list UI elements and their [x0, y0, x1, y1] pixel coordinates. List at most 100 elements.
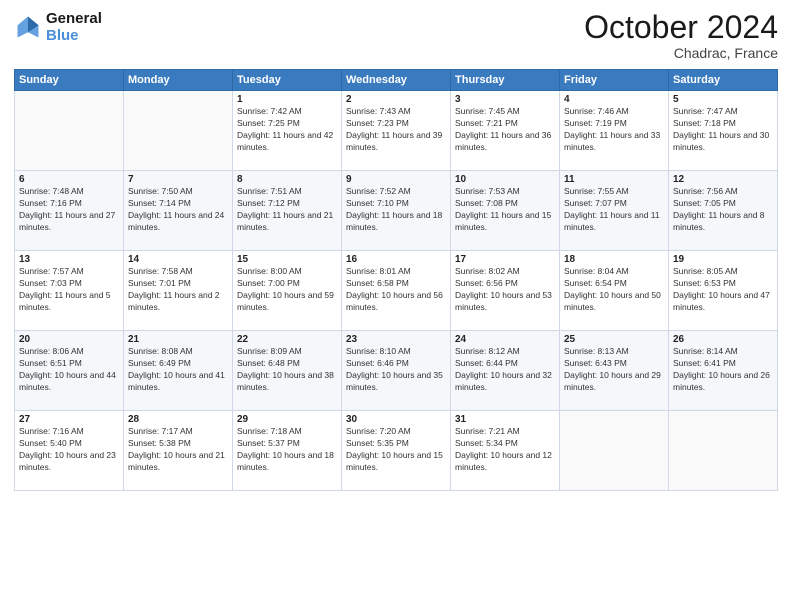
calendar-cell: [15, 91, 124, 171]
calendar-cell: [669, 411, 778, 491]
calendar-cell: 8Sunrise: 7:51 AM Sunset: 7:12 PM Daylig…: [233, 171, 342, 251]
day-number: 6: [19, 174, 119, 185]
calendar-cell: 2Sunrise: 7:43 AM Sunset: 7:23 PM Daylig…: [342, 91, 451, 171]
day-number: 30: [346, 414, 446, 425]
location-subtitle: Chadrac, France: [584, 45, 778, 61]
day-info: Sunrise: 7:56 AM Sunset: 7:05 PM Dayligh…: [673, 186, 773, 234]
calendar-cell: 11Sunrise: 7:55 AM Sunset: 7:07 PM Dayli…: [560, 171, 669, 251]
day-info: Sunrise: 8:08 AM Sunset: 6:49 PM Dayligh…: [128, 346, 228, 394]
day-info: Sunrise: 7:46 AM Sunset: 7:19 PM Dayligh…: [564, 106, 664, 154]
day-number: 26: [673, 334, 773, 345]
title-block: October 2024 Chadrac, France: [584, 10, 778, 61]
day-info: Sunrise: 7:53 AM Sunset: 7:08 PM Dayligh…: [455, 186, 555, 234]
day-number: 16: [346, 254, 446, 265]
calendar-cell: 18Sunrise: 8:04 AM Sunset: 6:54 PM Dayli…: [560, 251, 669, 331]
calendar-cell: 16Sunrise: 8:01 AM Sunset: 6:58 PM Dayli…: [342, 251, 451, 331]
day-number: 10: [455, 174, 555, 185]
day-info: Sunrise: 8:14 AM Sunset: 6:41 PM Dayligh…: [673, 346, 773, 394]
weekday-header-friday: Friday: [560, 70, 669, 91]
weekday-header-saturday: Saturday: [669, 70, 778, 91]
calendar-cell: 26Sunrise: 8:14 AM Sunset: 6:41 PM Dayli…: [669, 331, 778, 411]
day-number: 24: [455, 334, 555, 345]
day-info: Sunrise: 7:16 AM Sunset: 5:40 PM Dayligh…: [19, 426, 119, 474]
day-number: 13: [19, 254, 119, 265]
calendar-cell: [124, 91, 233, 171]
day-info: Sunrise: 8:06 AM Sunset: 6:51 PM Dayligh…: [19, 346, 119, 394]
calendar-cell: 29Sunrise: 7:18 AM Sunset: 5:37 PM Dayli…: [233, 411, 342, 491]
day-number: 5: [673, 94, 773, 105]
day-number: 18: [564, 254, 664, 265]
calendar-cell: 17Sunrise: 8:02 AM Sunset: 6:56 PM Dayli…: [451, 251, 560, 331]
day-number: 9: [346, 174, 446, 185]
week-row-1: 1Sunrise: 7:42 AM Sunset: 7:25 PM Daylig…: [15, 91, 778, 171]
day-number: 29: [237, 414, 337, 425]
day-number: 2: [346, 94, 446, 105]
day-info: Sunrise: 7:57 AM Sunset: 7:03 PM Dayligh…: [19, 266, 119, 314]
logo: General Blue: [14, 10, 102, 45]
calendar-cell: 7Sunrise: 7:50 AM Sunset: 7:14 PM Daylig…: [124, 171, 233, 251]
page: General Blue October 2024 Chadrac, Franc…: [0, 0, 792, 612]
calendar-cell: 23Sunrise: 8:10 AM Sunset: 6:46 PM Dayli…: [342, 331, 451, 411]
day-number: 21: [128, 334, 228, 345]
calendar-cell: 12Sunrise: 7:56 AM Sunset: 7:05 PM Dayli…: [669, 171, 778, 251]
day-number: 20: [19, 334, 119, 345]
day-info: Sunrise: 8:10 AM Sunset: 6:46 PM Dayligh…: [346, 346, 446, 394]
day-info: Sunrise: 7:51 AM Sunset: 7:12 PM Dayligh…: [237, 186, 337, 234]
day-info: Sunrise: 7:20 AM Sunset: 5:35 PM Dayligh…: [346, 426, 446, 474]
calendar-cell: 24Sunrise: 8:12 AM Sunset: 6:44 PM Dayli…: [451, 331, 560, 411]
day-number: 28: [128, 414, 228, 425]
calendar-cell: 9Sunrise: 7:52 AM Sunset: 7:10 PM Daylig…: [342, 171, 451, 251]
calendar-cell: 30Sunrise: 7:20 AM Sunset: 5:35 PM Dayli…: [342, 411, 451, 491]
day-number: 7: [128, 174, 228, 185]
weekday-header-row: SundayMondayTuesdayWednesdayThursdayFrid…: [15, 70, 778, 91]
calendar-cell: 20Sunrise: 8:06 AM Sunset: 6:51 PM Dayli…: [15, 331, 124, 411]
calendar-cell: 22Sunrise: 8:09 AM Sunset: 6:48 PM Dayli…: [233, 331, 342, 411]
day-info: Sunrise: 7:18 AM Sunset: 5:37 PM Dayligh…: [237, 426, 337, 474]
day-number: 22: [237, 334, 337, 345]
day-number: 17: [455, 254, 555, 265]
day-info: Sunrise: 7:52 AM Sunset: 7:10 PM Dayligh…: [346, 186, 446, 234]
weekday-header-monday: Monday: [124, 70, 233, 91]
day-number: 8: [237, 174, 337, 185]
day-number: 4: [564, 94, 664, 105]
calendar-cell: 10Sunrise: 7:53 AM Sunset: 7:08 PM Dayli…: [451, 171, 560, 251]
calendar-cell: 4Sunrise: 7:46 AM Sunset: 7:19 PM Daylig…: [560, 91, 669, 171]
calendar-cell: 1Sunrise: 7:42 AM Sunset: 7:25 PM Daylig…: [233, 91, 342, 171]
calendar-cell: 15Sunrise: 8:00 AM Sunset: 7:00 PM Dayli…: [233, 251, 342, 331]
day-number: 25: [564, 334, 664, 345]
day-info: Sunrise: 7:50 AM Sunset: 7:14 PM Dayligh…: [128, 186, 228, 234]
day-number: 19: [673, 254, 773, 265]
day-number: 3: [455, 94, 555, 105]
calendar-cell: 28Sunrise: 7:17 AM Sunset: 5:38 PM Dayli…: [124, 411, 233, 491]
day-info: Sunrise: 8:05 AM Sunset: 6:53 PM Dayligh…: [673, 266, 773, 314]
calendar-cell: 6Sunrise: 7:48 AM Sunset: 7:16 PM Daylig…: [15, 171, 124, 251]
day-number: 14: [128, 254, 228, 265]
calendar-cell: 14Sunrise: 7:58 AM Sunset: 7:01 PM Dayli…: [124, 251, 233, 331]
weekday-header-tuesday: Tuesday: [233, 70, 342, 91]
week-row-5: 27Sunrise: 7:16 AM Sunset: 5:40 PM Dayli…: [15, 411, 778, 491]
day-info: Sunrise: 8:04 AM Sunset: 6:54 PM Dayligh…: [564, 266, 664, 314]
weekday-header-thursday: Thursday: [451, 70, 560, 91]
logo-text: General Blue: [46, 10, 102, 45]
day-info: Sunrise: 8:00 AM Sunset: 7:00 PM Dayligh…: [237, 266, 337, 314]
calendar-cell: 31Sunrise: 7:21 AM Sunset: 5:34 PM Dayli…: [451, 411, 560, 491]
day-info: Sunrise: 7:55 AM Sunset: 7:07 PM Dayligh…: [564, 186, 664, 234]
week-row-2: 6Sunrise: 7:48 AM Sunset: 7:16 PM Daylig…: [15, 171, 778, 251]
day-info: Sunrise: 7:17 AM Sunset: 5:38 PM Dayligh…: [128, 426, 228, 474]
day-info: Sunrise: 7:21 AM Sunset: 5:34 PM Dayligh…: [455, 426, 555, 474]
calendar-cell: [560, 411, 669, 491]
day-info: Sunrise: 7:47 AM Sunset: 7:18 PM Dayligh…: [673, 106, 773, 154]
calendar-cell: 13Sunrise: 7:57 AM Sunset: 7:03 PM Dayli…: [15, 251, 124, 331]
weekday-header-wednesday: Wednesday: [342, 70, 451, 91]
day-info: Sunrise: 7:58 AM Sunset: 7:01 PM Dayligh…: [128, 266, 228, 314]
calendar-table: SundayMondayTuesdayWednesdayThursdayFrid…: [14, 69, 778, 491]
weekday-header-sunday: Sunday: [15, 70, 124, 91]
calendar-cell: 21Sunrise: 8:08 AM Sunset: 6:49 PM Dayli…: [124, 331, 233, 411]
calendar-cell: 27Sunrise: 7:16 AM Sunset: 5:40 PM Dayli…: [15, 411, 124, 491]
header: General Blue October 2024 Chadrac, Franc…: [14, 10, 778, 61]
day-number: 15: [237, 254, 337, 265]
week-row-3: 13Sunrise: 7:57 AM Sunset: 7:03 PM Dayli…: [15, 251, 778, 331]
day-info: Sunrise: 7:42 AM Sunset: 7:25 PM Dayligh…: [237, 106, 337, 154]
day-number: 1: [237, 94, 337, 105]
day-info: Sunrise: 8:09 AM Sunset: 6:48 PM Dayligh…: [237, 346, 337, 394]
